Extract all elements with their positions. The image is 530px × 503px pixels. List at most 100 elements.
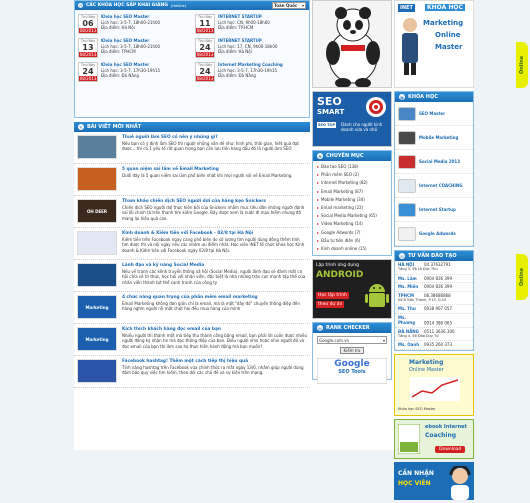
course-thumbnail-icon: [398, 130, 416, 145]
course-thumbnail-icon: [398, 178, 416, 193]
inet-banner-line2: Online: [435, 31, 461, 39]
courses-header-title: CÁC KHÓA HỌC SẮP KHAI GIẢNG: [86, 3, 168, 8]
google-seo-tools-banner[interactable]: Google SEO Tools: [317, 358, 387, 385]
support-phone[interactable]: 04.37632791: [424, 262, 451, 267]
support-phone[interactable]: 08.38686868: [424, 293, 451, 298]
book-icon: ▦: [399, 94, 405, 100]
rank-checker-header: ▤ RANK CHECKER: [313, 323, 391, 334]
news-thumbnail[interactable]: [77, 263, 117, 287]
inet-marketing-banner[interactable]: INET KHÓA HỌC Marketing Online Master: [394, 0, 474, 88]
course-link[interactable]: SEO Master: [395, 102, 473, 126]
category-link[interactable]: ▸ Mobile Marketing (34): [317, 196, 387, 204]
category-link[interactable]: ▸ Đầu tư tiền điện (6): [317, 237, 387, 245]
bullet-icon: ▸: [317, 246, 320, 252]
news-text: 5 quan niệm sai lầm về Email Marketing D…: [122, 167, 293, 192]
inet-banner-line3: Master: [435, 43, 463, 51]
news-list: Thuê người làm SEO có nên ý những gì? Nế…: [74, 132, 310, 388]
category-link[interactable]: ▸ Video Marketing (14): [317, 220, 387, 228]
categories-list: ▸ Đào tạo SEO (138) ▸ Phần mềm SEO (2) ▸ Inte…: [313, 161, 391, 255]
calendar-icon: Thứ Bảy 11 08/2013: [195, 14, 215, 34]
course-item[interactable]: Thứ Bảy 11 08/2013 INTERNET STARTUP Lịch…: [195, 14, 306, 34]
news-thumbnail[interactable]: Marketing: [77, 327, 117, 351]
search-engine-select[interactable]: Google.com.vn ▾: [317, 336, 387, 345]
page-container: ◷ CÁC KHÓA HỌC SẮP KHAI GIẢNG (Hotline) …: [74, 0, 474, 500]
category-link[interactable]: ▸ Kinh doanh online (15): [317, 245, 387, 253]
news-excerpt: Tính năng hashtag trên Facebook vừa chín…: [122, 364, 304, 376]
download-button[interactable]: Download: [435, 445, 466, 453]
course-link[interactable]: Social Media 2013: [395, 150, 473, 174]
support-header-title: TƯ VẤN ĐÀO TẠO: [408, 253, 457, 259]
categories-header-title: CHUYÊN MỤC: [326, 153, 364, 159]
online-side-tab-top[interactable]: Online: [516, 42, 528, 88]
category-label: Video Marketing (14): [321, 221, 363, 227]
support-phone[interactable]: 0914 386 065: [424, 320, 452, 325]
course-link[interactable]: Mobile Marketing: [395, 126, 473, 150]
news-thumbnail[interactable]: [77, 359, 117, 383]
android-banner[interactable]: Lập trình ứng dụng ANDROID Học lập trình…: [312, 259, 392, 320]
category-link[interactable]: ▸ Internet Marketing (82): [317, 179, 387, 187]
location-select[interactable]: Toàn Quốc ▾: [272, 2, 306, 9]
support-phone[interactable]: 0511.3636.300: [424, 329, 455, 334]
support-address: Tầng 5, 96 Lò Đúc Thu: [398, 267, 438, 272]
course-item[interactable]: Thứ Bảy 24 08/2013 INTERNET STARTUP Lịch…: [195, 38, 306, 58]
course-month: 08/2013: [79, 28, 97, 33]
promo3-line2: HỌC VIÊN: [398, 479, 431, 487]
panda-banner[interactable]: [312, 0, 392, 88]
course-link[interactable]: Internet Startup: [395, 198, 473, 222]
support-phone[interactable]: 0938 907 057: [424, 306, 452, 311]
support-contact: Ms. Oanh 0935 260 373: [395, 341, 473, 350]
news-text: Tham khảo chiến dịch SEO người dơi của h…: [122, 199, 307, 224]
news-item: Kinh doanh & Kiếm tiền với Facebook - 02…: [74, 228, 310, 260]
category-link[interactable]: ▸ Email marketing (22): [317, 204, 387, 212]
support-phone[interactable]: 0904 836 399: [424, 276, 452, 281]
support-name: Ms. Miến: [398, 284, 419, 290]
android-line2: ANDROID: [316, 270, 364, 281]
support-phone[interactable]: 0935 260 373: [424, 342, 452, 347]
support-contact: Ms. Thư 0938 907 057: [395, 305, 473, 314]
news-icon: ✎: [78, 124, 84, 130]
news-text: Kinh doanh & Kiếm tiền với Facebook - 02…: [122, 231, 307, 256]
categories-box: ≡ CHUYÊN MỤC ▸ Đào tạo SEO (138) ▸ Phần mềm…: [312, 150, 392, 257]
news-item: 5 quan niệm sai lầm về Email Marketing D…: [74, 164, 310, 196]
support-contact: HÀ NỘI 04.37632791 Tầng 5, 96 Lò Đúc Thu: [395, 261, 473, 275]
inet-banner-label: KHÓA HỌC: [425, 4, 465, 11]
course-item[interactable]: Thứ Bảy 24 08/2013 Internet Marketing Co…: [195, 62, 306, 82]
category-link[interactable]: ▸ Đào tạo SEO (138): [317, 163, 387, 171]
course-place: Địa điểm: TP.HCM: [218, 25, 254, 31]
seo-smart-tagline: Dành cho người kinh doanh vừa và nhỏ: [341, 122, 383, 132]
category-link[interactable]: ▸ Email Marketing (87): [317, 188, 387, 196]
ebook-cover-icon: [398, 423, 420, 454]
news-item: Thuê người làm SEO có nên ý những gì? Nế…: [74, 132, 310, 164]
recruit-students-promo[interactable]: CẦN NHẬN HỌC VIÊN: [394, 461, 474, 500]
course-item[interactable]: Thứ Bảy 24 08/2013 Khóa học SEO Master L…: [78, 62, 189, 82]
rank-check-button[interactable]: Kiểm tra: [340, 347, 364, 355]
category-link[interactable]: ▸ Phần mềm SEO (2): [317, 171, 387, 179]
location-select-value: Toàn Quốc: [274, 3, 298, 8]
marketing-online-master-promo[interactable]: Marketing Online Master Khóa học SEO Mas…: [394, 353, 474, 416]
news-thumbnail[interactable]: [77, 135, 117, 159]
course-item[interactable]: Thứ Bảy 06 08/2013 Khóa học SEO Master L…: [78, 14, 189, 34]
online-side-tab-bottom[interactable]: Online: [516, 254, 528, 300]
news-thumbnail[interactable]: [77, 231, 117, 255]
seo-smart-banner[interactable]: SEO SMART SEO TOP Dành cho người kinh do…: [312, 91, 392, 147]
middle-column: SEO SMART SEO TOP Dành cho người kinh do…: [312, 0, 392, 385]
chevron-down-icon: ▾: [301, 3, 304, 8]
course-item[interactable]: Thứ Bảy 13 08/2013 Khóa học SEO Master L…: [78, 38, 189, 58]
course-link[interactable]: Google Adwords: [395, 222, 473, 246]
course-place: Địa điểm: Hà Nội: [101, 25, 135, 31]
news-item: Lãnh đạo và kỹ năng Social Media Nếu về …: [74, 260, 310, 292]
course-title-link[interactable]: Internet Marketing Coaching: [218, 62, 283, 68]
support-contact: Ms. Phương 0914 386 065: [395, 314, 473, 328]
news-thumbnail[interactable]: Marketing: [77, 295, 117, 319]
ebook-coaching-promo[interactable]: ebook Internet Coaching Download: [394, 418, 474, 459]
list-icon: ≡: [317, 153, 323, 159]
news-thumbnail[interactable]: OH DEER: [77, 199, 117, 223]
category-link[interactable]: ▸ Social Media Marketing (65): [317, 212, 387, 220]
course-link[interactable]: Internet COACHING: [395, 174, 473, 198]
category-link[interactable]: ▸ Google Adwords (7): [317, 229, 387, 237]
support-phone[interactable]: 0904 836 399: [424, 284, 452, 289]
calendar-icon: Thứ Bảy 24 08/2013: [195, 62, 215, 82]
support-name: Ms. Lâm: [398, 275, 417, 281]
support-contact: TPHCM 08.38686868 Số 8 Trần Thành, P.13, Q…: [395, 292, 473, 306]
news-thumbnail[interactable]: [77, 167, 117, 191]
